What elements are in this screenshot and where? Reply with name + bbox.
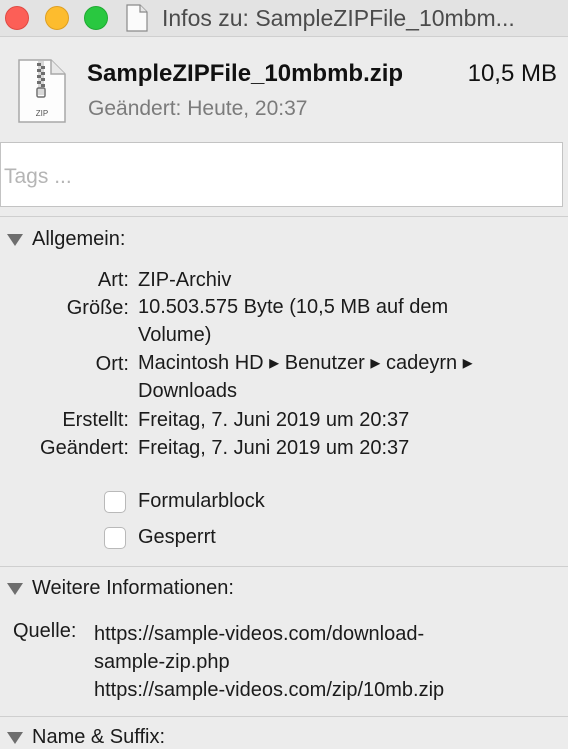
- stationery-checkbox[interactable]: [104, 490, 126, 513]
- source-value: https://sample-videos.com/download- samp…: [94, 620, 444, 704]
- title-bar: Infos zu: SampleZIPFile_10mbm...: [0, 0, 568, 37]
- file-name: SampleZIPFile_10mbmb.zip: [87, 60, 404, 87]
- section-general-title: Allgemein:: [32, 228, 126, 250]
- size-label: Größe:: [66, 297, 129, 319]
- tags-input[interactable]: [0, 142, 563, 207]
- created-label: Erstellt:: [62, 409, 129, 431]
- modified-label: Geändert:: [40, 437, 129, 459]
- source-line: sample-zip.php: [94, 651, 230, 673]
- section-general-header[interactable]: Allgemein:: [7, 228, 125, 251]
- kind-value: ZIP-Archiv: [138, 269, 232, 291]
- created-value: Freitag, 7. Juni 2019 um 20:37: [138, 409, 410, 431]
- file-size: 10,5 MB: [467, 60, 557, 87]
- document-icon[interactable]: [126, 4, 148, 32]
- where-label: Ort:: [95, 353, 129, 375]
- section-more-info-title: Weitere Informationen:: [32, 577, 234, 599]
- where-value: Macintosh HD ▸ Benutzer ▸ cadeyrn ▸ Down…: [138, 352, 473, 402]
- close-button[interactable]: [5, 6, 29, 30]
- locked-option[interactable]: Gesperrt: [104, 526, 216, 549]
- locked-label: Gesperrt: [138, 526, 216, 548]
- kind-label: Art:: [97, 269, 129, 291]
- stationery-label: Formularblock: [138, 490, 265, 512]
- locked-checkbox[interactable]: [104, 526, 126, 549]
- divider: [0, 216, 568, 217]
- divider: [0, 566, 568, 567]
- window-title: Infos zu: SampleZIPFile_10mbm...: [162, 5, 515, 31]
- source-line: https://sample-videos.com/download-: [94, 623, 425, 645]
- disclosure-triangle-icon[interactable]: [7, 582, 23, 595]
- divider: [0, 716, 568, 717]
- zip-file-icon[interactable]: ZIP: [17, 58, 67, 124]
- disclosure-triangle-icon[interactable]: [7, 233, 23, 246]
- size-value: 10.503.575 Byte (10,5 MB auf dem Volume): [138, 296, 449, 346]
- zip-icon-label: ZIP: [36, 109, 48, 118]
- zoom-button[interactable]: [84, 6, 108, 30]
- source-label: Quelle:: [13, 620, 77, 642]
- file-modified-summary: Geändert: Heute, 20:37: [88, 97, 308, 120]
- source-line: https://sample-videos.com/zip/10mb.zip: [94, 679, 445, 701]
- stationery-option[interactable]: Formularblock: [104, 490, 265, 513]
- section-more-info-header[interactable]: Weitere Informationen:: [7, 577, 234, 600]
- modified-value: Freitag, 7. Juni 2019 um 20:37: [138, 437, 410, 459]
- minimize-button[interactable]: [45, 6, 69, 30]
